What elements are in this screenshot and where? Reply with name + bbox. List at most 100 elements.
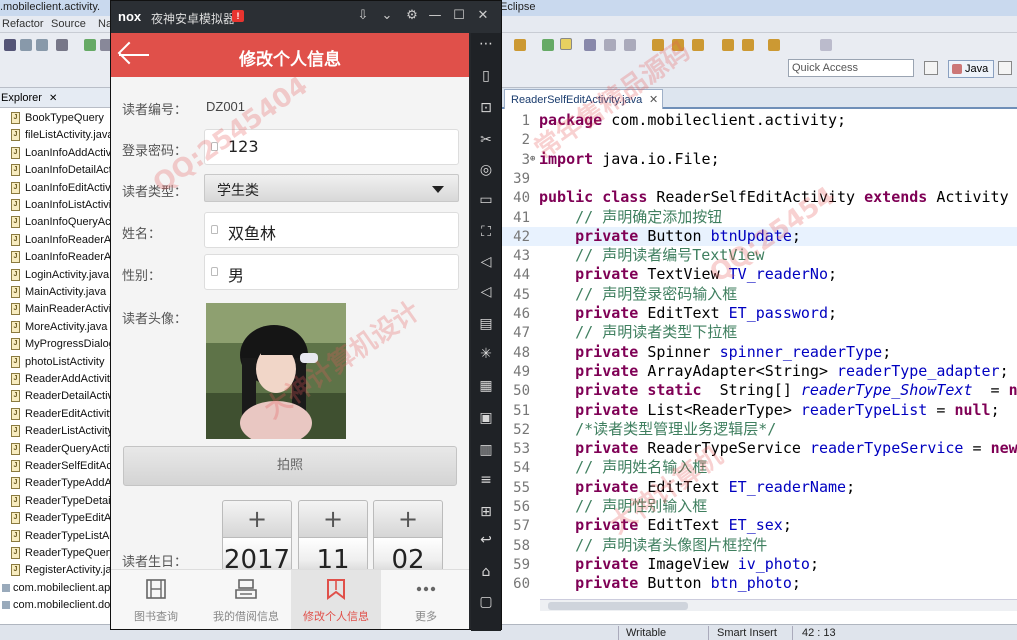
- code-line[interactable]: 47 // 声明读者类型下拉框: [500, 323, 1017, 342]
- code-line[interactable]: 54 // 声明姓名输入框: [500, 458, 1017, 477]
- java-perspective-button[interactable]: Java: [948, 60, 994, 78]
- tree-item[interactable]: J RegisterActivity.java: [0, 562, 112, 579]
- month-picker[interactable]: + 11: [298, 500, 368, 580]
- recent-apps-icon[interactable]: ▢: [477, 593, 495, 611]
- code-line[interactable]: 39: [500, 169, 1017, 188]
- toolbar-icon[interactable]: [652, 39, 664, 51]
- menu-source[interactable]: Source: [51, 18, 86, 30]
- toolbar-icon[interactable]: [36, 39, 48, 51]
- toolbar-icon[interactable]: [56, 39, 68, 51]
- tree-item[interactable]: J ReaderListActivity: [0, 423, 112, 440]
- nav-more[interactable]: 更多: [381, 570, 469, 629]
- home-icon[interactable]: ⌂: [477, 563, 495, 581]
- tree-item[interactable]: J MyProgressDialog: [0, 336, 112, 353]
- tree-item[interactable]: J ReaderTypeQueryActivity: [0, 545, 112, 562]
- tree-item[interactable]: J ReaderTypeListActivity: [0, 528, 112, 545]
- tree-item[interactable]: J ReaderEditActivity: [0, 406, 112, 423]
- code-line[interactable]: 41 // 声明确定添加按钮: [500, 208, 1017, 227]
- code-line[interactable]: 3 import java.io.File; ⊕: [500, 150, 1017, 169]
- tree-item[interactable]: J LoanInfoListActivity: [0, 197, 112, 214]
- robot-icon[interactable]: ⊡: [477, 99, 495, 117]
- horizontal-scrollbar[interactable]: [540, 599, 1017, 611]
- add-icon[interactable]: ⊞: [477, 503, 495, 521]
- code-line[interactable]: 56 // 声明性别输入框: [500, 497, 1017, 516]
- code-line[interactable]: 46 private EditText ET_password;: [500, 304, 1017, 323]
- code-line[interactable]: 52 /*读者类型管理业务逻辑层*/: [500, 420, 1017, 439]
- multi-instance-icon[interactable]: ▥: [477, 441, 495, 459]
- loading-icon[interactable]: ✳: [477, 345, 495, 363]
- tree-item[interactable]: J LoanInfoReaderActivity: [0, 232, 112, 249]
- toolbar-icon[interactable]: [742, 39, 754, 51]
- code-line[interactable]: 2: [500, 130, 1017, 149]
- apk-icon[interactable]: ▤: [477, 315, 495, 333]
- shake-icon[interactable]: ▯: [477, 67, 495, 85]
- code-line[interactable]: 44 private TextView TV_readerNo;: [500, 265, 1017, 284]
- toolbar-icon[interactable]: [624, 39, 636, 51]
- sex-field[interactable]: 男: [204, 254, 459, 290]
- code-line[interactable]: 40 public class ReaderSelfEditActivity ex…: [500, 188, 1017, 207]
- tree-item[interactable]: JphotoListActivity: [0, 354, 112, 371]
- back-icon[interactable]: ↩: [477, 531, 495, 549]
- toolbar-icon[interactable]: [560, 38, 572, 50]
- name-field[interactable]: 双鱼林: [204, 212, 459, 248]
- take-photo-button[interactable]: 拍照: [123, 446, 457, 486]
- code-line[interactable]: 43 // 声明读者编号TextView: [500, 246, 1017, 265]
- tree-item[interactable]: J MainReaderActivity: [0, 301, 112, 318]
- toolbar-icon[interactable]: [584, 39, 596, 51]
- tree-item[interactable]: J LoanInfoDetailActivity: [0, 162, 112, 179]
- code-line[interactable]: 42 private Button btnUpdate;: [500, 226, 1017, 247]
- year-increment-button[interactable]: +: [222, 500, 292, 538]
- code-line[interactable]: 60 private Button btn_photo;: [500, 574, 1017, 593]
- year-picker[interactable]: + 2017: [222, 500, 292, 580]
- tree-item[interactable]: J ReaderSelfEditActivity: [0, 458, 112, 475]
- menu-icon[interactable]: ≡: [477, 471, 495, 489]
- nav-book-query[interactable]: 图书查询: [111, 570, 201, 629]
- tree-item[interactable]: com.mobileclient.dom: [0, 597, 112, 614]
- code-line[interactable]: 58 // 声明读者头像图片框控件: [500, 536, 1017, 555]
- more-icon[interactable]: ⋯: [477, 35, 495, 53]
- code-line[interactable]: 49 private ArrayAdapter<String> readerTy…: [500, 362, 1017, 381]
- gear-icon[interactable]: ⚙: [404, 8, 420, 23]
- toolbar-icon[interactable]: [604, 39, 616, 51]
- minimize-icon[interactable]: —: [427, 8, 443, 23]
- quick-access-input[interactable]: Quick Access: [788, 59, 914, 77]
- macro-icon[interactable]: ▦: [477, 377, 495, 395]
- toolbar-icon[interactable]: [84, 39, 96, 51]
- tree-item[interactable]: J ReaderTypeEditActivity: [0, 510, 112, 527]
- code-line[interactable]: 53 private ReaderTypeService readerTypeS…: [500, 439, 1017, 458]
- menu-refactor[interactable]: Refactor: [2, 18, 44, 30]
- tree-item[interactable]: J BookTypeQuery: [0, 110, 112, 127]
- code-line[interactable]: 50 private static String[] readerType_Sh…: [500, 381, 1017, 400]
- tree-item[interactable]: JfileListActivity.java: [0, 127, 112, 144]
- tree-item[interactable]: J ReaderTypeDetailActivity: [0, 493, 112, 510]
- tree-item[interactable]: com.mobileclient.app: [0, 580, 112, 597]
- toolbar-icon[interactable]: [514, 39, 526, 51]
- tree-item[interactable]: J ReaderDetailActivity: [0, 388, 112, 405]
- pin-icon[interactable]: ⇩: [355, 8, 371, 23]
- code-line[interactable]: 55 private EditText ET_readerName;: [500, 478, 1017, 497]
- notice-badge[interactable]: !: [232, 10, 244, 22]
- code-line[interactable]: 51 private List<ReaderType> readerTypeLi…: [500, 401, 1017, 420]
- toolbar-icon[interactable]: [692, 39, 704, 51]
- tree-item[interactable]: J ReaderQueryActivity: [0, 441, 112, 458]
- tree-item[interactable]: J LoanInfoEditActivity: [0, 180, 112, 197]
- toolbar-icon[interactable]: [542, 39, 554, 51]
- reader-type-select[interactable]: 学生类: [204, 174, 459, 202]
- tree-item[interactable]: J MoreActivity.java: [0, 319, 112, 336]
- maximize-icon[interactable]: ☐: [451, 8, 467, 23]
- tree-item[interactable]: J LoanInfoAddActivity: [0, 145, 112, 162]
- month-increment-button[interactable]: +: [298, 500, 368, 538]
- fold-icon[interactable]: ⊕: [530, 150, 535, 169]
- perspective-icon[interactable]: [998, 61, 1012, 75]
- code-line[interactable]: 45 // 声明登录密码输入框: [500, 285, 1017, 304]
- code-area[interactable]: 1 package com.mobileclient.activity; 2 3 imp…: [500, 111, 1017, 601]
- toolbar-icon[interactable]: [820, 39, 832, 51]
- toolbar-icon[interactable]: [722, 39, 734, 51]
- code-line[interactable]: 1 package com.mobileclient.activity;: [500, 111, 1017, 130]
- day-picker[interactable]: + 02: [373, 500, 443, 580]
- day-increment-button[interactable]: +: [373, 500, 443, 538]
- tree-item[interactable]: J MainActivity.java: [0, 284, 112, 301]
- toolbar-icon[interactable]: [768, 39, 780, 51]
- tree-item[interactable]: J LoanInfoQueryActivity: [0, 214, 112, 231]
- code-line[interactable]: 59 private ImageView iv_photo;: [500, 555, 1017, 574]
